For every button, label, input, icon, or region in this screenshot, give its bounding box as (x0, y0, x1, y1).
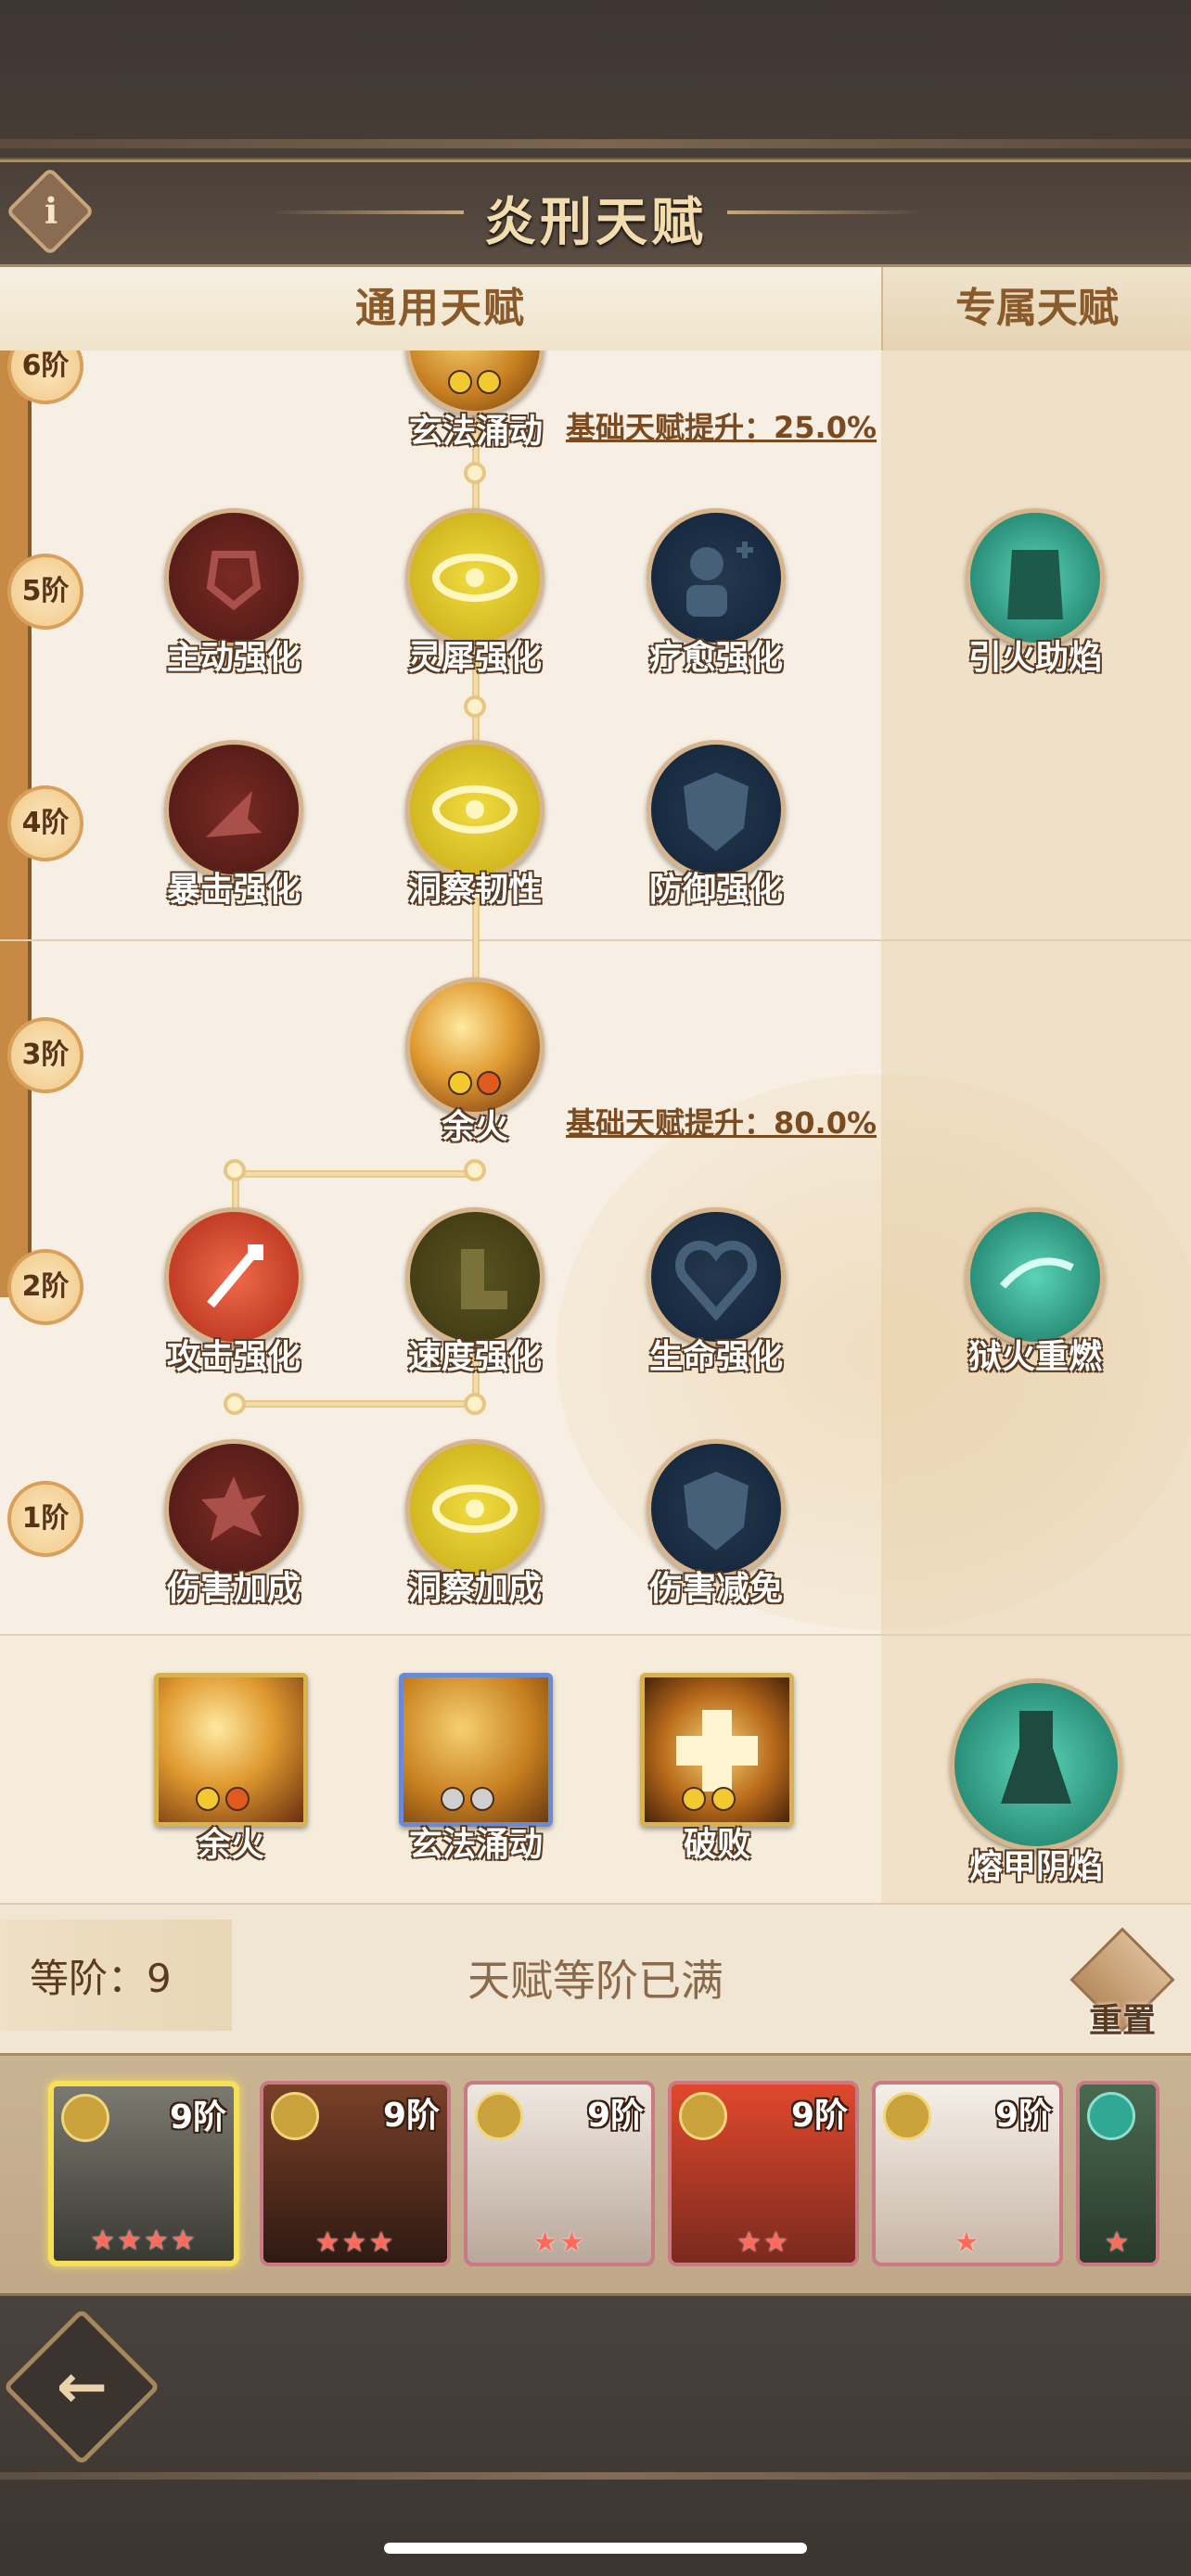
burst-icon (201, 1476, 266, 1541)
base-talent-boost-tier3[interactable]: 基础天赋提升：80.0% (566, 1100, 877, 1142)
hooded-figure-icon (1001, 1711, 1071, 1804)
heart-icon (675, 1241, 757, 1321)
talent-node-lingxi-boost[interactable] (405, 508, 544, 647)
hero-stars: ★★★★ (90, 2225, 198, 2257)
talent-node-hp-boost[interactable] (647, 1207, 786, 1346)
eye-icon (432, 554, 518, 602)
equipped-label: 熔甲阴焰 (968, 1848, 1103, 1886)
talent-node-damage-bonus[interactable] (164, 1439, 303, 1578)
faction-icon (271, 2092, 319, 2140)
talent-node-speed-boost[interactable] (405, 1207, 544, 1346)
talent-tree: 6阶 5阶 4阶 3阶 2阶 1阶 玄法涌动 基础天赋提升：25.0% 主动强化… (0, 351, 1191, 1634)
eye-icon (432, 785, 518, 834)
hero-level: 9阶 (169, 2098, 226, 2136)
hero-level: 9阶 (790, 2097, 848, 2135)
talent-label: 余火 (441, 1108, 508, 1146)
hero-level: 9阶 (382, 2097, 440, 2135)
flame-swirl-icon (999, 1257, 1074, 1289)
shield-burst-icon (684, 1472, 749, 1550)
talent-node-healing-boost[interactable] (647, 508, 786, 647)
equipped-label: 余火 (197, 1826, 264, 1864)
tier-badge-5: 5阶 (7, 554, 83, 630)
talent-node-damage-reduction[interactable] (647, 1439, 786, 1578)
title-bar: 炎刑天赋 (0, 159, 1191, 267)
top-status-area (0, 0, 1191, 159)
faction-icon (679, 2092, 727, 2140)
bottom-bar (0, 2296, 1191, 2576)
equipped-talents: 余火 玄法涌动 破败 熔甲阴焰 (0, 1634, 1191, 1905)
faction-icon (1087, 2092, 1135, 2140)
boot-icon (461, 1249, 507, 1309)
equipped-slot-xuanfa-yongdong[interactable] (399, 1673, 553, 1827)
page-title: 炎刑天赋 (484, 193, 707, 253)
talent-label: 伤害加成 (166, 1570, 301, 1608)
spiral-shield-icon (206, 551, 262, 611)
hero-stars: ★★★ (314, 2226, 396, 2259)
tier-badge-4: 4阶 (7, 785, 83, 861)
talent-label: 防御强化 (648, 871, 783, 909)
reset-label[interactable]: 重置 (1057, 1994, 1187, 2042)
talent-label: 攻击强化 (166, 1338, 301, 1376)
hero-stars: ★★ (736, 2226, 790, 2259)
equipped-slot-yuhuo[interactable] (154, 1673, 308, 1827)
tier-badge-1: 1阶 (7, 1481, 83, 1557)
crit-arrow-icon (206, 791, 262, 837)
talent-label: 洞察韧性 (407, 871, 542, 909)
talent-label: 暴击强化 (166, 871, 301, 909)
talent-label: 引火助焰 (967, 639, 1102, 677)
talent-label: 主动强化 (166, 639, 301, 677)
back-arrow-icon: ← (56, 2351, 109, 2423)
hero-card[interactable]: 9阶 ★ (872, 2081, 1063, 2266)
hero-level: 9阶 (586, 2097, 644, 2135)
hero-card[interactable]: ★ (1076, 2081, 1159, 2266)
tab-exclusive-talent[interactable]: 专属天赋 (881, 267, 1191, 351)
equipped-slot-pobai[interactable] (640, 1673, 794, 1827)
exclusive-talent-yuhuo-chongran[interactable] (966, 1207, 1105, 1346)
talent-label: 玄法涌动 (408, 413, 543, 451)
talent-label: 疗愈强化 (648, 639, 783, 677)
talent-label: 速度强化 (407, 1338, 542, 1376)
faction-icon (475, 2092, 523, 2140)
equipped-label: 破败 (683, 1826, 750, 1864)
talent-node-insight-bonus[interactable] (405, 1439, 544, 1578)
eye-icon (432, 1485, 518, 1533)
base-talent-boost-tier6[interactable]: 基础天赋提升：25.0% (566, 404, 877, 447)
sword-up-icon (207, 1244, 263, 1308)
talent-label: 狱火重燃 (967, 1338, 1102, 1376)
exclusive-talent-yinhuo-zhuyan[interactable] (966, 508, 1105, 647)
faction-icon (61, 2094, 109, 2142)
talent-label: 伤害减免 (648, 1570, 783, 1608)
home-indicator[interactable] (384, 2543, 807, 2554)
hero-level: 9阶 (994, 2097, 1052, 2135)
status-message: 天赋等阶已满 (467, 1956, 724, 2006)
hero-stars: ★★ (532, 2226, 586, 2259)
tier-badge-2: 2阶 (7, 1249, 83, 1325)
heal-person-icon (686, 542, 753, 617)
tier-badge-3: 3阶 (7, 1017, 83, 1093)
talent-node-yuhuo[interactable] (405, 977, 544, 1116)
hero-card[interactable]: 9阶 ★★★ (260, 2081, 451, 2266)
shield-icon (684, 772, 749, 851)
robe-icon (1007, 550, 1063, 619)
talent-node-crit-boost[interactable] (164, 740, 303, 879)
equipped-label: 玄法涌动 (408, 1826, 543, 1864)
hero-stars: ★ (954, 2226, 981, 2259)
talent-node-defense-boost[interactable] (647, 740, 786, 879)
equipped-exclusive-rongjia-yinyan[interactable] (950, 1678, 1122, 1851)
faction-icon (883, 2092, 931, 2140)
talent-label: 灵犀强化 (407, 639, 542, 677)
tab-general-talent[interactable]: 通用天赋 (0, 267, 881, 351)
info-icon: i (44, 189, 58, 232)
talent-label: 洞察加成 (407, 1570, 542, 1608)
hero-stars: ★ (1104, 2226, 1132, 2259)
talent-node-active-boost[interactable] (164, 508, 303, 647)
talent-node-insight-tenacity[interactable] (405, 740, 544, 879)
talent-node-attack-boost[interactable] (164, 1207, 303, 1346)
hero-card[interactable]: 9阶 ★★ (464, 2081, 655, 2266)
hero-card[interactable]: 9阶 ★★★★ (48, 2081, 239, 2266)
talent-label: 生命强化 (648, 1338, 783, 1376)
hero-card[interactable]: 9阶 ★★ (668, 2081, 859, 2266)
